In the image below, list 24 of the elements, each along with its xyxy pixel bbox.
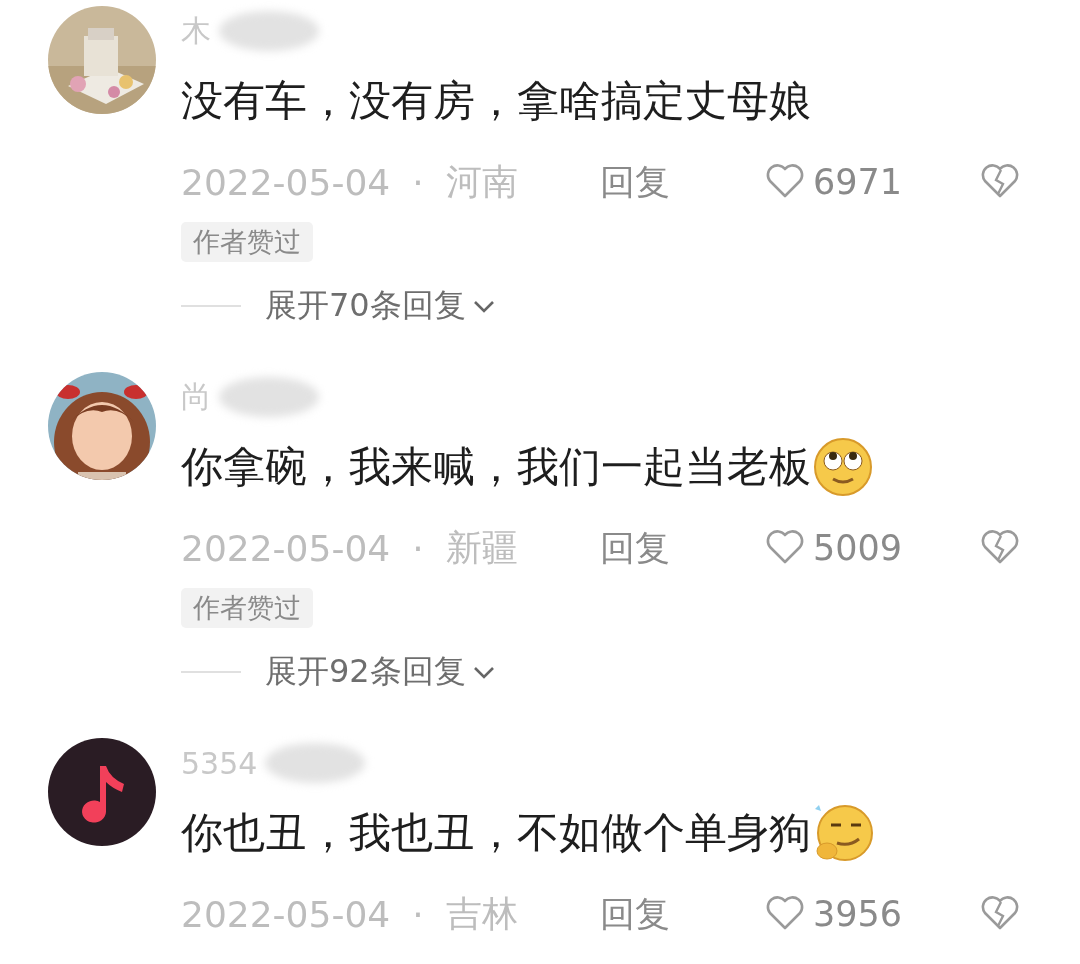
reply-button[interactable]: 回复 [600,158,765,206]
comment-text: 你也丑，我也丑，不如做个单身狗 [181,807,811,859]
separator-dot: · [412,161,424,203]
comment-date: 2022-05-04 [181,527,391,569]
comment-date: 2022-05-04 [181,161,391,203]
comment-text: 你拿碗，我来喊，我们一起当老板 [181,441,811,493]
rolling-eyes-emoji-icon [813,437,875,497]
separator-dot: · [412,527,424,569]
author-liked-tag: 作者赞过 [181,222,313,262]
reply-button[interactable]: 回复 [600,524,765,572]
comment-text: 没有车，没有房，拿啥搞定丈母娘 [181,75,811,127]
comment-date: 2022-05-04 [181,893,391,935]
like-button[interactable]: 3956 [765,894,903,934]
comment-location: 新疆 [445,525,518,570]
author-liked-tag: 作者赞过 [181,588,313,628]
like-button[interactable]: 5009 [765,528,903,568]
like-button[interactable]: 6971 [765,162,903,202]
comment-location: 河南 [445,159,518,204]
thinking-emoji-icon [813,803,875,863]
comment-location: 吉林 [445,891,518,936]
expand-replies-button[interactable]: 展开70条回复 [265,284,496,328]
separator-dot: · [412,893,424,935]
reply-button[interactable]: 回复 [600,890,765,938]
expand-replies-button[interactable]: 展开92条回复 [265,650,496,694]
